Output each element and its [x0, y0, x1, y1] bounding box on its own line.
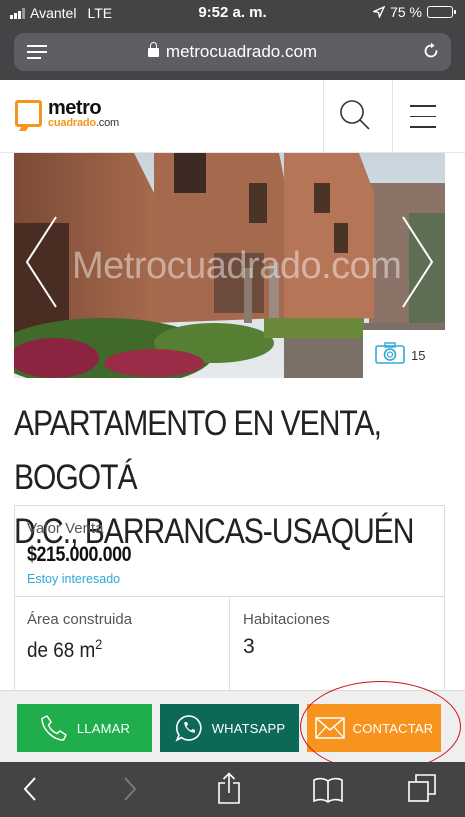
chevron-right-icon[interactable] [399, 215, 435, 310]
call-label: LLAMAR [76, 720, 131, 736]
header-divider [392, 80, 393, 152]
rooms-cell: Habitaciones 3 [231, 598, 444, 698]
whatsapp-button[interactable]: WHATSAPP [160, 704, 299, 752]
property-photo-gallery[interactable]: Metrocuadrado.com 15 [14, 153, 445, 378]
camera-icon [375, 342, 405, 364]
reload-icon[interactable] [421, 41, 441, 61]
status-bar: Avantel LTE 9:52 a. m. 75 % [0, 0, 465, 26]
contact-action-bar: LLAMAR WHATSAPP CONTACTAR [0, 690, 465, 762]
tabs-icon[interactable] [408, 774, 436, 802]
logo-suffix: .com [95, 117, 119, 129]
contact-label: CONTACTAR [352, 720, 434, 736]
area-label: Área construida [27, 611, 133, 628]
whatsapp-label: WHATSAPP [211, 720, 286, 736]
browser-toolbar [0, 762, 465, 817]
url-bar[interactable]: metrocuadrado.com [14, 33, 451, 71]
battery-icon [427, 6, 456, 18]
site-header: metro cuadrado.com [0, 80, 465, 153]
site-logo[interactable]: metro cuadrado.com [15, 98, 119, 129]
back-icon[interactable] [22, 776, 38, 802]
area-value-text: de 68 m [27, 639, 96, 662]
chevron-left-icon[interactable] [24, 215, 60, 310]
photo-watermark: Metrocuadrado.com [72, 245, 402, 287]
price-block: Valor Venta $215.000.000 Estoy interesad… [15, 506, 444, 597]
call-button[interactable]: LLAMAR [17, 704, 152, 752]
logo-mark-icon [15, 100, 42, 127]
listing-details: Valor Venta $215.000.000 Estoy interesad… [14, 505, 445, 700]
search-icon[interactable] [338, 98, 372, 132]
lock-icon [147, 42, 159, 57]
header-divider [323, 80, 324, 152]
phone-icon [41, 715, 67, 741]
battery-percentage: 75 % [390, 4, 422, 20]
browser-chrome: Avantel LTE 9:52 a. m. 75 % metrocuadrad… [0, 0, 465, 80]
price-value: $215.000.000 [27, 543, 132, 566]
area-cell: Área construida de 68 m2 [15, 598, 230, 698]
area-value: de 68 m2 [27, 636, 102, 663]
hamburger-menu-icon[interactable] [410, 105, 436, 137]
rooms-label: Habitaciones [243, 611, 330, 628]
share-icon[interactable] [217, 772, 241, 804]
url-text: metrocuadrado.com [165, 42, 318, 61]
interest-link[interactable]: Estoy interesado [27, 572, 120, 586]
price-label: Valor Venta [27, 520, 104, 537]
location-arrow-icon [373, 6, 386, 18]
logo-line1: metro [48, 97, 102, 119]
rooms-value: 3 [243, 635, 255, 658]
logo-line2: cuadrado [48, 117, 96, 129]
envelope-icon [314, 717, 345, 739]
whatsapp-icon [175, 715, 202, 742]
contact-button[interactable]: CONTACTAR [307, 704, 441, 752]
bookmarks-icon[interactable] [312, 777, 344, 803]
photo-count: 15 [411, 348, 426, 363]
photo-count-badge[interactable]: 15 [363, 330, 445, 378]
url-display[interactable]: metrocuadrado.com [14, 42, 451, 62]
area-unit-sup: 2 [95, 636, 103, 652]
listing-title-line1: APARTAMENTO EN VENTA, BOGOTÁ [14, 404, 382, 497]
forward-icon[interactable] [122, 776, 138, 802]
